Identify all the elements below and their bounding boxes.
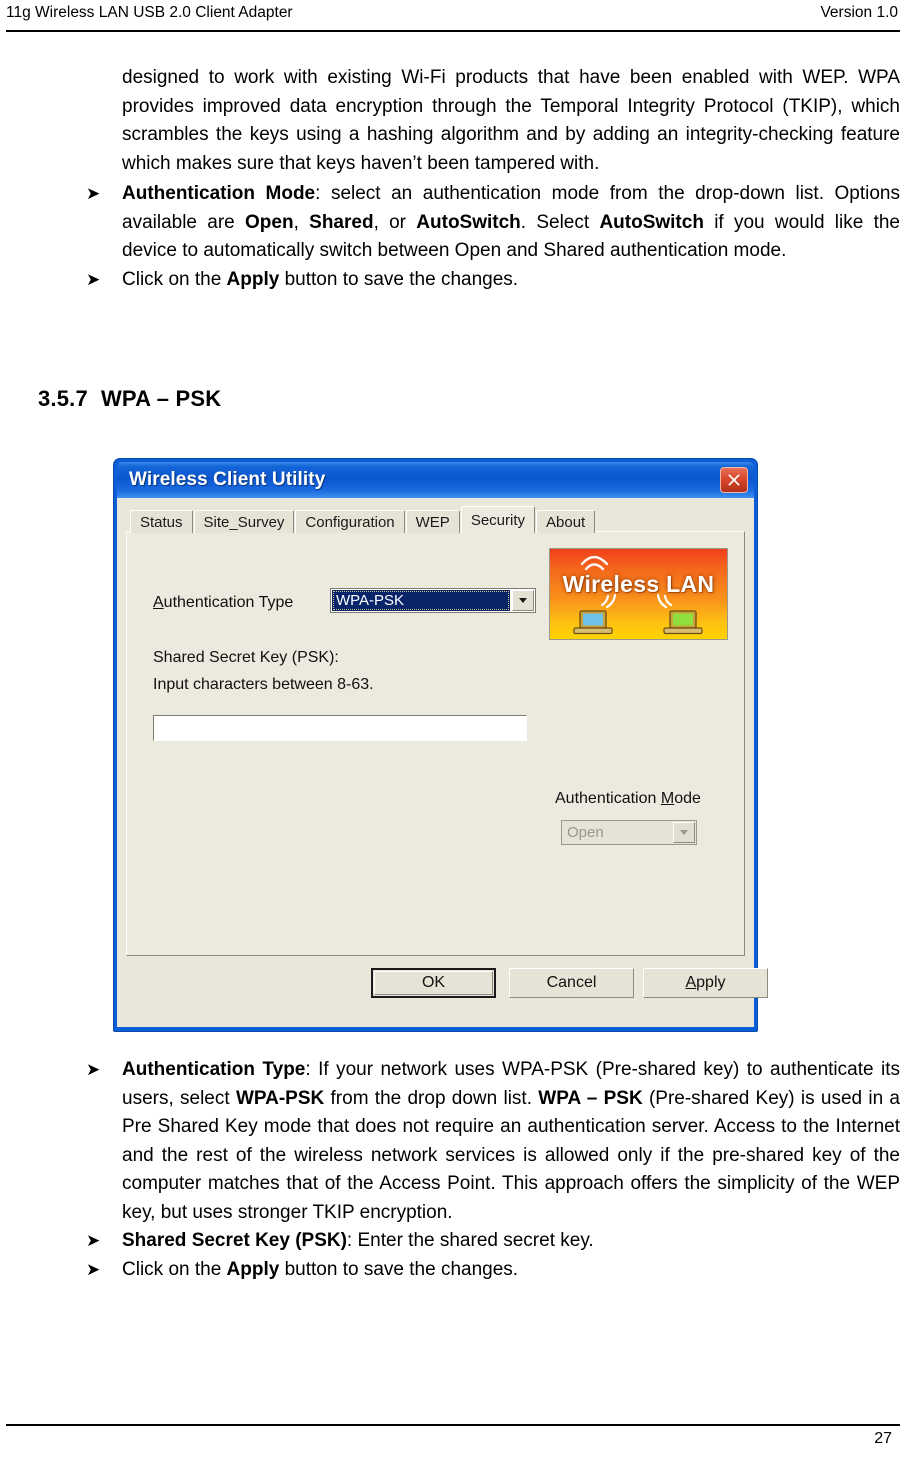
wpa-psk-bold-2: WPA – PSK xyxy=(538,1087,643,1109)
authentication-mode-label-accesskey: M xyxy=(660,790,675,807)
apply-button-accesskey: A xyxy=(685,974,697,991)
close-icon[interactable] xyxy=(720,467,748,493)
arrow-bullet-icon: ➤ xyxy=(86,1060,101,1079)
tab-wep[interactable]: WEP xyxy=(405,510,460,533)
option-autoswitch: AutoSwitch xyxy=(416,211,521,233)
dialog-title: Wireless Client Utility xyxy=(129,469,326,490)
lower-body-content: ➤ Authentication Type: If your network u… xyxy=(0,1056,906,1284)
bullet-shared-secret-key: ➤ Shared Secret Key (PSK): Enter the sha… xyxy=(84,1227,900,1256)
dialog-titlebar[interactable]: Wireless Client Utility xyxy=(117,462,754,498)
bullet-apply-bottom: ➤ Click on the Apply button to save the … xyxy=(84,1256,900,1285)
page-number: 27 xyxy=(874,1430,892,1447)
arrow-bullet-icon: ➤ xyxy=(86,269,101,289)
tabstrip: Status Site_Survey Configuration WEP Sec… xyxy=(130,506,596,533)
cancel-button[interactable]: Cancel xyxy=(509,968,634,998)
cancel-button-label: Cancel xyxy=(546,974,597,991)
tab-configuration[interactable]: Configuration xyxy=(295,510,405,533)
page-header: 11g Wireless LAN USB 2.0 Client Adapter … xyxy=(0,0,906,36)
header-title-left: 11g Wireless LAN USB 2.0 Client Adapter xyxy=(6,4,293,21)
ok-button-inner: OK xyxy=(374,971,493,995)
tab-site-survey-label: Site_Survey xyxy=(203,513,285,531)
dialog-body: Status Site_Survey Configuration WEP Sec… xyxy=(117,498,768,1027)
bullet-authentication-mode: ➤ Authentication Mode: select an authent… xyxy=(84,180,900,266)
tab-wep-label: WEP xyxy=(415,513,450,531)
bullet-lead-label: Authentication Type xyxy=(122,1059,306,1080)
authentication-type-label-accesskey: A xyxy=(153,594,164,611)
authentication-mode-combo[interactable]: Open xyxy=(561,820,697,845)
apply-pre: Click on the xyxy=(122,1258,227,1280)
sep-2: , or xyxy=(373,211,417,233)
authentication-mode-value: Open xyxy=(567,824,604,841)
authentication-type-label-rest: uthentication Type xyxy=(163,594,294,611)
sep-1: , xyxy=(293,211,310,233)
apply-button-label: Apply xyxy=(685,974,725,992)
bullet-authentication-mode-text: Authentication Mode: select an authentic… xyxy=(122,180,900,266)
apply-pre: Click on the xyxy=(122,268,227,290)
shared-secret-key-label: Shared Secret Key (PSK): xyxy=(153,649,339,666)
tab-status[interactable]: Status xyxy=(130,510,193,533)
upper-body-content: designed to work with existing Wi-Fi pro… xyxy=(0,64,906,294)
tab-about-label: About xyxy=(546,513,586,531)
apply-button-label-rest: pply xyxy=(696,974,726,991)
bullet-body-1: from the drop down list. xyxy=(324,1087,539,1109)
bullet-lead-label: Authentication Mode xyxy=(122,183,316,204)
arrow-bullet-icon: ➤ xyxy=(86,184,101,203)
option-open: Open xyxy=(245,211,294,233)
apply-button[interactable]: Apply xyxy=(643,968,768,998)
tab-site-survey[interactable]: Site_Survey xyxy=(193,510,295,533)
tab-status-label: Status xyxy=(140,513,183,531)
authentication-mode-label-rest: ode xyxy=(674,790,701,807)
wpa-psk-bold-1: WPA-PSK xyxy=(235,1087,325,1109)
wireless-lan-logo-text: Wireless LAN xyxy=(562,571,715,597)
bullet-apply-top: ➤ Click on the Apply button to save the … xyxy=(84,266,900,295)
ok-button-label: OK xyxy=(421,974,446,991)
option-shared: Shared xyxy=(309,211,374,233)
wireless-lan-logo: Wireless LAN xyxy=(549,548,728,640)
header-version-right: Version 1.0 xyxy=(820,4,898,21)
authentication-type-value: WPA-PSK xyxy=(332,590,510,611)
footer-divider xyxy=(6,1424,900,1426)
apply-post: button to save the changes. xyxy=(279,1258,519,1280)
authentication-type-label: Authentication Type xyxy=(153,594,293,612)
section-title: WPA – PSK xyxy=(100,386,222,411)
authentication-mode-label: Authentication Mode xyxy=(555,790,701,808)
apply-post: button to save the changes. xyxy=(279,268,519,290)
bullet-apply-bottom-text: Click on the Apply button to save the ch… xyxy=(122,1256,900,1285)
wireless-client-utility-dialog: Wireless Client Utility Status Site_Surv… xyxy=(113,458,768,1032)
chevron-down-icon[interactable] xyxy=(512,590,534,611)
sep-3: . Select xyxy=(520,211,600,233)
header-divider xyxy=(6,30,900,32)
bullet-body: : Enter the shared secret key. xyxy=(346,1230,594,1251)
bullet-authentication-type-text: Authentication Type: If your network use… xyxy=(122,1056,900,1227)
tab-security-label: Security xyxy=(470,511,525,529)
apply-bold: Apply xyxy=(226,1258,280,1280)
bullet-shared-secret-key-text: Shared Secret Key (PSK): Enter the share… xyxy=(122,1227,900,1256)
authentication-mode-label-pre: Authentication xyxy=(555,790,661,807)
section-heading: 3.5.7 WPA – PSK xyxy=(38,386,221,412)
section-number: 3.5.7 xyxy=(38,386,88,411)
authentication-type-combo[interactable]: WPA-PSK xyxy=(330,588,536,613)
tab-security[interactable]: Security xyxy=(460,506,535,533)
arrow-bullet-icon: ➤ xyxy=(86,1259,101,1279)
intro-paragraph: designed to work with existing Wi-Fi pro… xyxy=(122,67,900,174)
bullet-lead-label: Shared Secret Key (PSK) xyxy=(122,1230,347,1251)
shared-secret-key-hint: Input characters between 8-63. xyxy=(153,676,374,693)
bullet-apply-top-text: Click on the Apply button to save the ch… xyxy=(122,266,900,295)
tab-about[interactable]: About xyxy=(536,510,596,533)
option-autoswitch-2: AutoSwitch xyxy=(599,211,704,233)
shared-secret-key-input[interactable] xyxy=(153,715,527,741)
tab-configuration-label: Configuration xyxy=(305,513,395,531)
bullet-authentication-type: ➤ Authentication Type: If your network u… xyxy=(84,1056,900,1227)
ok-button[interactable]: OK xyxy=(371,968,496,998)
apply-bold: Apply xyxy=(226,268,280,290)
chevron-down-icon[interactable] xyxy=(673,822,695,843)
security-tab-panel: Authentication Type WPA-PSK Shared Secre… xyxy=(126,531,745,956)
arrow-bullet-icon: ➤ xyxy=(86,1231,101,1250)
